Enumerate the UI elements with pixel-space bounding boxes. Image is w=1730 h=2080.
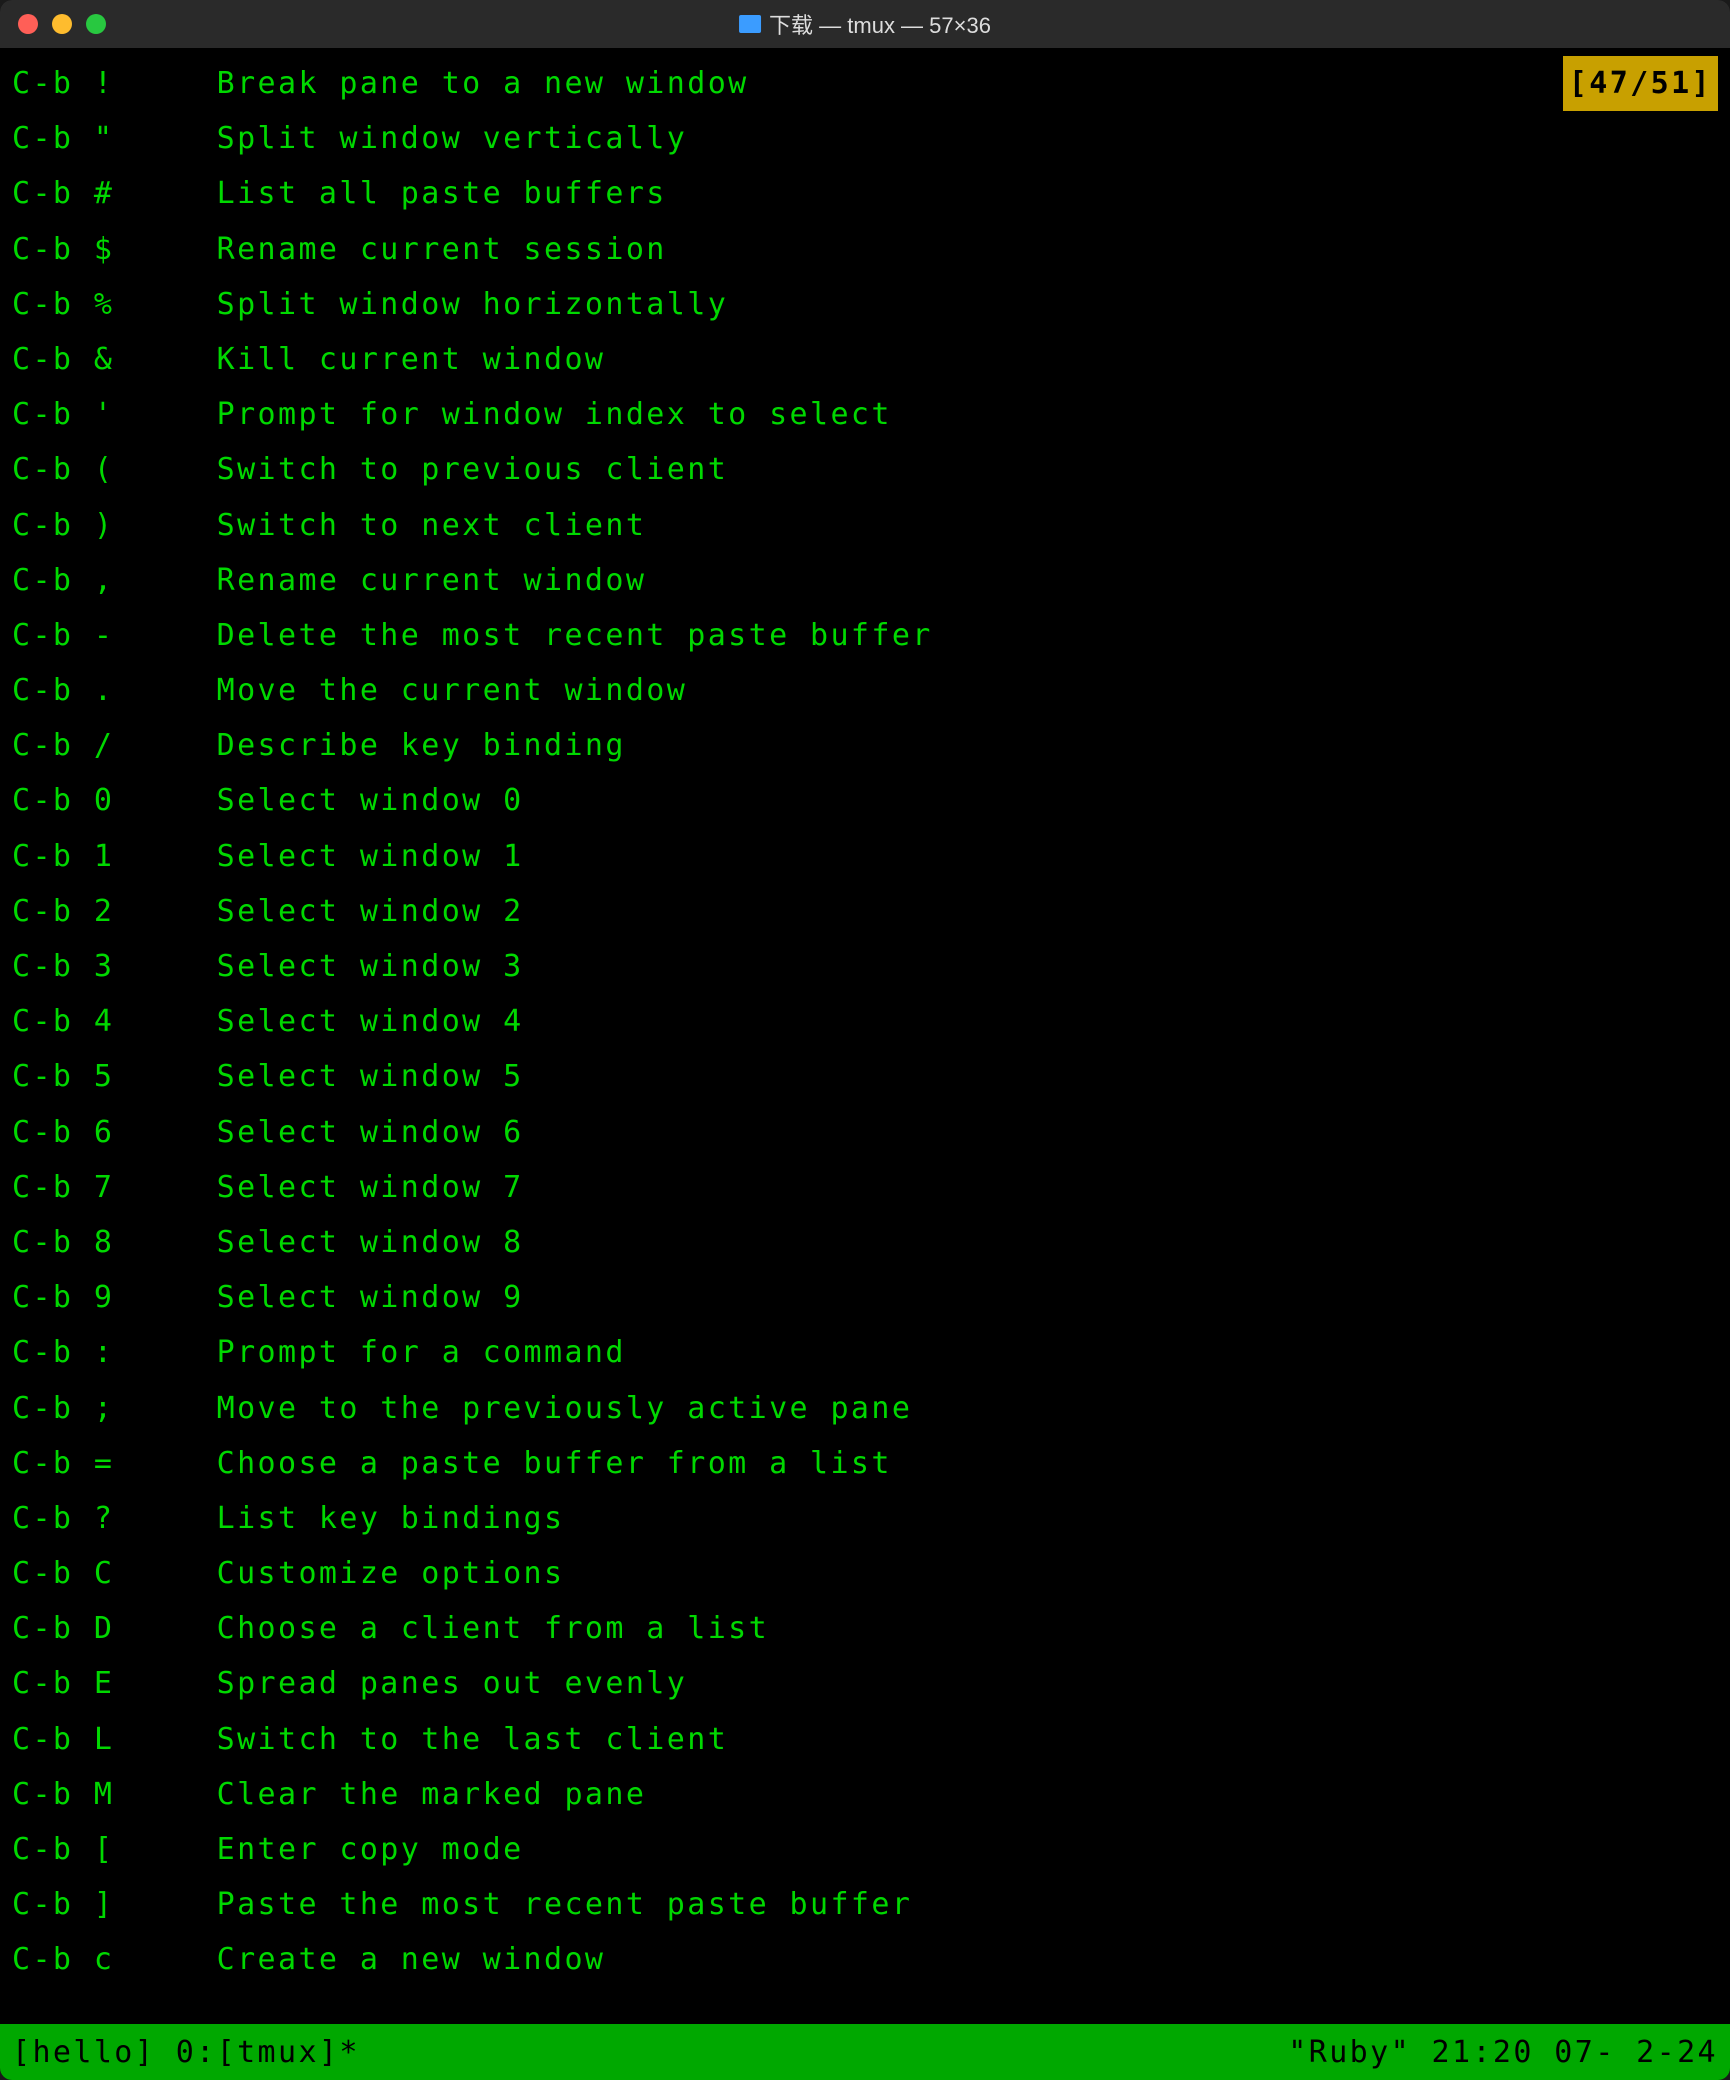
window-title-text: 下载 — tmux — 57×36 (769, 8, 991, 40)
binding-row: C-b / Describe key binding (12, 718, 1718, 773)
status-left: [hello] 0:[tmux]* (12, 2035, 360, 2070)
binding-row: C-b ( Switch to previous client (12, 442, 1718, 497)
binding-row: C-b 1 Select window 1 (12, 829, 1718, 884)
folder-icon (739, 15, 761, 33)
binding-row: C-b 5 Select window 5 (12, 1049, 1718, 1104)
binding-row: C-b = Choose a paste buffer from a list (12, 1436, 1718, 1491)
binding-row: C-b ) Switch to next client (12, 498, 1718, 553)
binding-row: C-b ] Paste the most recent paste buffer (12, 1877, 1718, 1932)
binding-row: C-b . Move the current window (12, 663, 1718, 718)
binding-row: C-b " Split window vertically (12, 111, 1718, 166)
binding-row: C-b ? List key bindings (12, 1491, 1718, 1546)
binding-row: C-b # List all paste buffers (12, 166, 1718, 221)
binding-row: C-b 0 Select window 0 (12, 773, 1718, 828)
binding-row: C-b - Delete the most recent paste buffe… (12, 608, 1718, 663)
binding-row: C-b & Kill current window (12, 332, 1718, 387)
binding-row: C-b ' Prompt for window index to select (12, 387, 1718, 442)
binding-row: C-b 2 Select window 2 (12, 884, 1718, 939)
binding-row: C-b % Split window horizontally (12, 277, 1718, 332)
key-bindings-list: C-b ! Break pane to a new windowC-b " Sp… (12, 56, 1718, 1988)
maximize-button[interactable] (86, 14, 106, 34)
window-titlebar: 下载 — tmux — 57×36 (0, 0, 1730, 48)
binding-row: C-b : Prompt for a command (12, 1325, 1718, 1380)
tmux-status-bar: [hello] 0:[tmux]* "Ruby" 21:20 07- 2-24 (0, 2024, 1730, 2080)
binding-row: C-b L Switch to the last client (12, 1712, 1718, 1767)
binding-row: C-b [ Enter copy mode (12, 1822, 1718, 1877)
binding-row: C-b 3 Select window 3 (12, 939, 1718, 994)
binding-row: C-b ; Move to the previously active pane (12, 1381, 1718, 1436)
binding-row: C-b D Choose a client from a list (12, 1601, 1718, 1656)
status-right: "Ruby" 21:20 07- 2-24 (1288, 2035, 1718, 2070)
binding-row: C-b $ Rename current session (12, 222, 1718, 277)
binding-row: C-b ! Break pane to a new window (12, 56, 1718, 111)
binding-row: C-b M Clear the marked pane (12, 1767, 1718, 1822)
binding-row: C-b E Spread panes out evenly (12, 1656, 1718, 1711)
binding-row: C-b c Create a new window (12, 1932, 1718, 1987)
close-button[interactable] (18, 14, 38, 34)
binding-row: C-b 8 Select window 8 (12, 1215, 1718, 1270)
binding-row: C-b 9 Select window 9 (12, 1270, 1718, 1325)
binding-row: C-b C Customize options (12, 1546, 1718, 1601)
minimize-button[interactable] (52, 14, 72, 34)
binding-row: C-b 4 Select window 4 (12, 994, 1718, 1049)
terminal-window: 下载 — tmux — 57×36 [47/51] C-b ! Break pa… (0, 0, 1730, 2080)
binding-row: C-b , Rename current window (12, 553, 1718, 608)
terminal-body[interactable]: [47/51] C-b ! Break pane to a new window… (0, 48, 1730, 2024)
window-title: 下载 — tmux — 57×36 (739, 8, 991, 40)
scroll-position-indicator: [47/51] (1563, 56, 1718, 111)
binding-row: C-b 6 Select window 6 (12, 1105, 1718, 1160)
binding-row: C-b 7 Select window 7 (12, 1160, 1718, 1215)
traffic-lights (18, 14, 106, 34)
